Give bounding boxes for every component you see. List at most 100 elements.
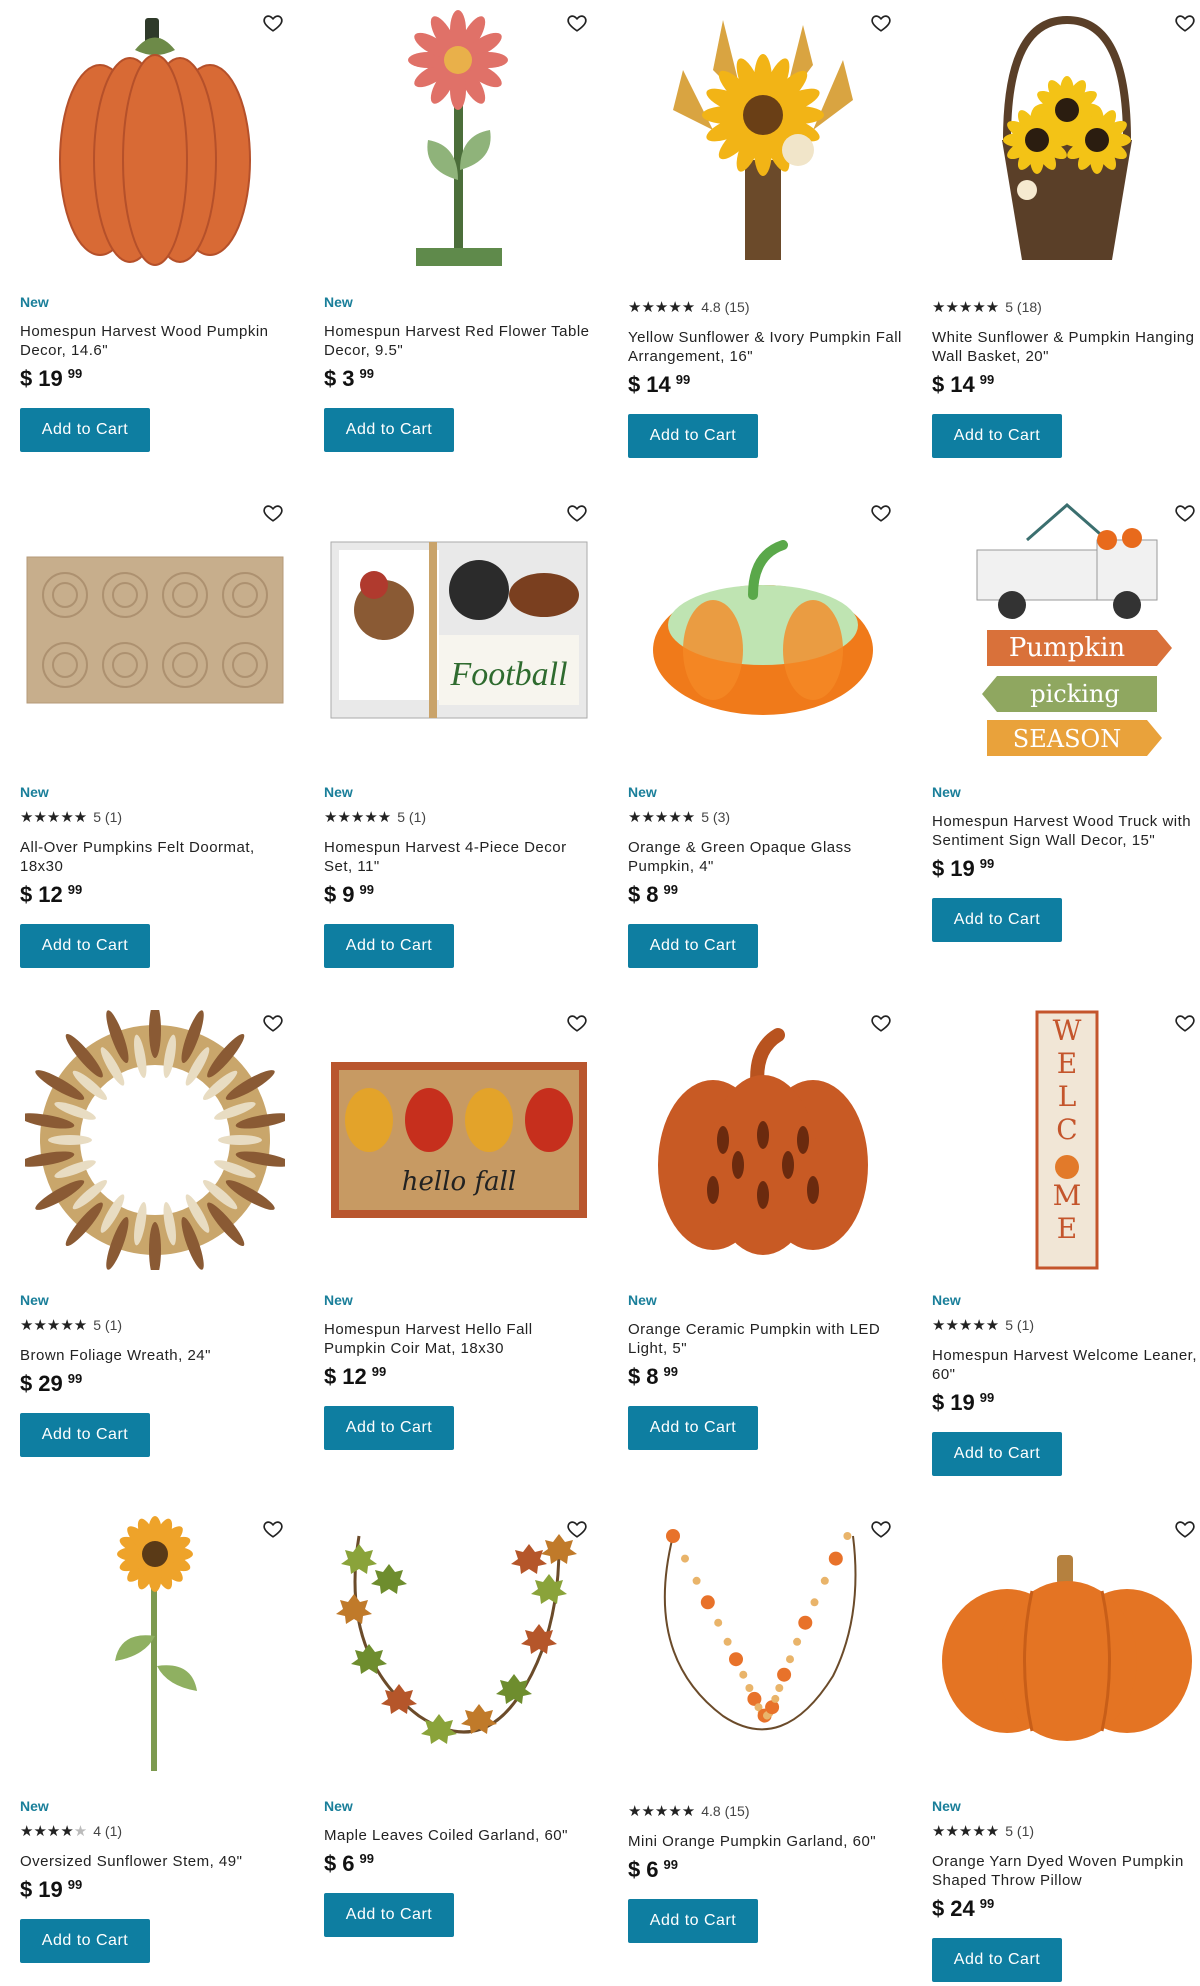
add-to-cart-button[interactable]: Add to Cart [324, 924, 454, 968]
product-image[interactable] [618, 1506, 908, 1786]
product-image[interactable] [618, 490, 908, 770]
product-name[interactable]: Orange Yarn Dyed Woven Pumpkin Shaped Th… [932, 1852, 1200, 1890]
price-dollars: 19 [38, 1877, 63, 1902]
review-count: 5 (18) [1005, 299, 1042, 315]
rating-row[interactable]: ★★★★★ 4.8 (15) [628, 1800, 903, 1822]
favorite-heart-icon[interactable] [1174, 1518, 1196, 1540]
favorite-heart-icon[interactable] [262, 502, 284, 524]
favorite-heart-icon[interactable] [870, 12, 892, 34]
rating-row[interactable]: ★★★★★ 5 (1) [20, 1314, 295, 1336]
product-info: New ★★★★★ 5 (1) Homespun Harvest Welcome… [932, 1290, 1200, 1476]
price-cents: 99 [675, 372, 691, 387]
add-to-cart-button[interactable]: Add to Cart [20, 1413, 150, 1457]
truck-sign-icon: Pumpkin picking SEASON [947, 500, 1187, 760]
maple-garland-icon [329, 1516, 589, 1776]
product-info: New ★★★★★ 5 (1) Brown Foliage Wreath, 24… [20, 1290, 295, 1457]
svg-text:Pumpkin: Pumpkin [1009, 633, 1126, 663]
favorite-heart-icon[interactable] [1174, 502, 1196, 524]
add-to-cart-button[interactable]: Add to Cart [932, 1432, 1062, 1476]
product-name[interactable]: Mini Orange Pumpkin Garland, 60" [628, 1832, 903, 1851]
favorite-heart-icon[interactable] [1174, 1012, 1196, 1034]
add-to-cart-button[interactable]: Add to Cart [324, 1893, 454, 1937]
product-name[interactable]: Homespun Harvest Red Flower Table Decor,… [324, 322, 599, 360]
product-name[interactable]: All-Over Pumpkins Felt Doormat, 18x30 [20, 838, 295, 876]
rating-row[interactable]: ★★★★★ 5 (1) [932, 1314, 1200, 1336]
product-name[interactable]: Brown Foliage Wreath, 24" [20, 1346, 295, 1365]
add-to-cart-button[interactable]: Add to Cart [628, 414, 758, 458]
product-image[interactable] [10, 1000, 300, 1280]
rating-row[interactable]: ★★★★★ 5 (18) [932, 296, 1200, 318]
favorite-heart-icon[interactable] [1174, 12, 1196, 34]
product-name[interactable]: Homespun Harvest Welcome Leaner, 60" [932, 1346, 1200, 1384]
product-image[interactable]: Football [314, 490, 604, 770]
add-to-cart-button[interactable]: Add to Cart [20, 408, 150, 452]
product-image[interactable] [618, 1000, 908, 1280]
price-currency: $ [932, 372, 945, 397]
product-price: $ 6 99 [324, 1851, 599, 1879]
rating-row[interactable]: ★★★★★ 4.8 (15) [628, 296, 903, 318]
add-to-cart-button[interactable]: Add to Cart [20, 1919, 150, 1963]
rating-row[interactable]: ★★★★★ 5 (3) [628, 806, 903, 828]
favorite-heart-icon[interactable] [262, 12, 284, 34]
price-dollars: 19 [950, 856, 975, 881]
favorite-heart-icon[interactable] [870, 1012, 892, 1034]
product-name[interactable]: Orange & Green Opaque Glass Pumpkin, 4" [628, 838, 903, 876]
favorite-heart-icon[interactable] [870, 502, 892, 524]
product-name[interactable]: Yellow Sunflower & Ivory Pumpkin Fall Ar… [628, 328, 903, 366]
rating-row[interactable]: ★★★★★ 5 (1) [20, 806, 295, 828]
new-badge: New [324, 294, 353, 310]
favorite-heart-icon[interactable] [870, 1518, 892, 1540]
product-image[interactable]: WELCME [922, 1000, 1200, 1280]
add-to-cart-button[interactable]: Add to Cart [932, 414, 1062, 458]
favorite-heart-icon[interactable] [262, 1518, 284, 1540]
product-image[interactable] [618, 0, 908, 280]
favorite-heart-icon[interactable] [566, 1518, 588, 1540]
product-grid: New Homespun Harvest Wood Pumpkin Decor,… [0, 0, 1200, 1986]
add-to-cart-button[interactable]: Add to Cart [932, 898, 1062, 942]
price-currency: $ [932, 1896, 945, 1921]
price-cents: 99 [371, 1364, 387, 1379]
add-to-cart-button[interactable]: Add to Cart [628, 1899, 758, 1943]
product-image[interactable] [10, 0, 300, 280]
product-image[interactable] [314, 0, 604, 280]
favorite-heart-icon[interactable] [566, 12, 588, 34]
product-name[interactable]: Homespun Harvest Hello Fall Pumpkin Coir… [324, 1320, 599, 1358]
product-image[interactable] [10, 490, 300, 770]
product-image[interactable]: hello fall [314, 1000, 604, 1280]
rating-row[interactable]: ★★★★★ 5 (1) [324, 806, 599, 828]
review-count: 4.8 (15) [701, 1803, 750, 1819]
add-to-cart-button[interactable]: Add to Cart [932, 1938, 1062, 1982]
product-image[interactable] [314, 1506, 604, 1786]
add-to-cart-button[interactable]: Add to Cart [628, 1406, 758, 1450]
price-currency: $ [628, 372, 641, 397]
product-name[interactable]: Orange Ceramic Pumpkin with LED Light, 5… [628, 1320, 903, 1358]
product-name[interactable]: Homespun Harvest 4-Piece Decor Set, 11" [324, 838, 599, 876]
product-image[interactable] [922, 1506, 1200, 1786]
favorite-heart-icon[interactable] [566, 1012, 588, 1034]
product-price: $ 9 99 [324, 882, 599, 910]
favorite-heart-icon[interactable] [262, 1012, 284, 1034]
favorite-heart-icon[interactable] [566, 502, 588, 524]
price-cents: 99 [663, 1364, 678, 1379]
price-cents: 99 [67, 366, 83, 381]
product-name[interactable]: Maple Leaves Coiled Garland, 60" [324, 1826, 599, 1845]
add-to-cart-button[interactable]: Add to Cart [20, 924, 150, 968]
product-name[interactable]: Homespun Harvest Wood Truck with Sentime… [932, 812, 1200, 850]
add-to-cart-button[interactable]: Add to Cart [324, 1406, 454, 1450]
add-to-cart-button[interactable]: Add to Cart [628, 924, 758, 968]
price-currency: $ [324, 1364, 337, 1389]
product-name[interactable]: Homespun Harvest Wood Pumpkin Decor, 14.… [20, 322, 295, 360]
product-image[interactable] [922, 0, 1200, 280]
add-to-cart-button[interactable]: Add to Cart [324, 408, 454, 452]
rating-row[interactable]: ★★★★★ 4 (1) [20, 1820, 295, 1842]
new-badge: New [20, 1798, 49, 1814]
price-cents: 99 [67, 882, 83, 897]
product-image[interactable]: Pumpkin picking SEASON [922, 490, 1200, 770]
product-image[interactable] [10, 1506, 300, 1786]
product-name[interactable]: White Sunflower & Pumpkin Hanging Wall B… [932, 328, 1200, 366]
price-dollars: 14 [646, 372, 671, 397]
price-cents: 99 [979, 372, 995, 387]
product-name[interactable]: Oversized Sunflower Stem, 49" [20, 1852, 295, 1871]
rating-row[interactable]: ★★★★★ 5 (1) [932, 1820, 1200, 1842]
price-dollars: 19 [38, 366, 63, 391]
